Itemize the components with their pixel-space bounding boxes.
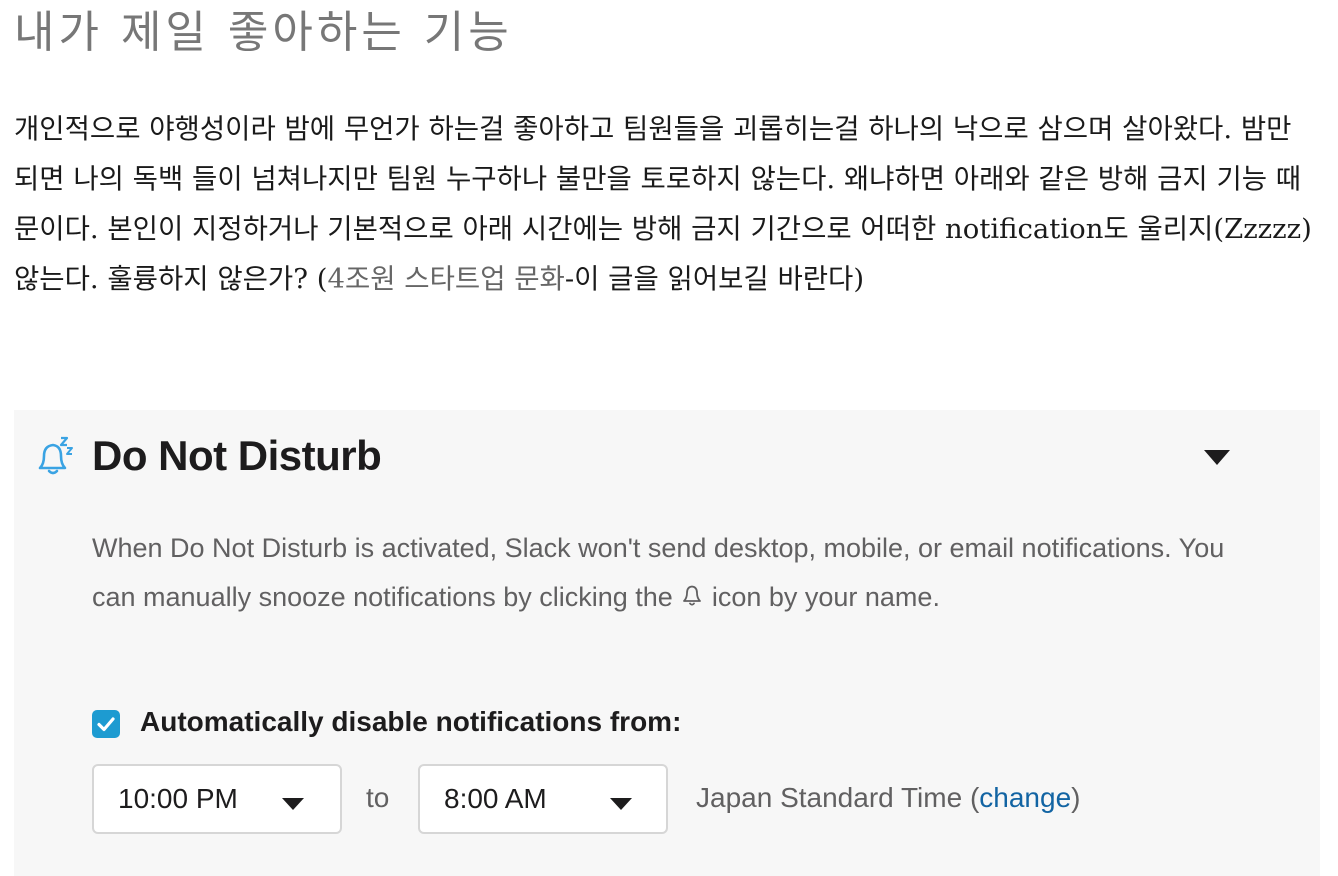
article-paragraph: 개인적으로 야행성이라 밤에 무언가 하는걸 좋아하고 팀원들을 괴롭히는걸 하… (14, 104, 1324, 304)
check-icon (97, 717, 115, 732)
description-text-after: icon by your name. (704, 582, 940, 612)
change-timezone-link[interactable]: change (979, 782, 1071, 813)
timezone-close-paren: ) (1071, 782, 1081, 813)
from-time-value: 10:00 PM (118, 783, 238, 814)
chevron-down-icon (610, 798, 632, 810)
chevron-down-icon (282, 798, 304, 810)
auto-disable-label: Automatically disable notifications from… (140, 706, 682, 737)
dnd-title: Do Not Disturb (92, 432, 382, 479)
to-time-select[interactable]: 8:00 AM (418, 764, 668, 834)
from-time-select[interactable]: 10:00 PM (92, 764, 342, 834)
caret-down-icon[interactable] (1204, 450, 1230, 465)
dnd-settings-panel: Do Not Disturb When Do Not Disturb is ac… (14, 410, 1320, 876)
paragraph-link-open: ( (307, 263, 328, 295)
article-heading: 내가 제일 좋아하는 기능 (14, 7, 513, 58)
description-text-before: When Do Not Disturb is activated, Slack … (92, 533, 1225, 612)
to-label: to (366, 782, 390, 813)
to-time-value: 8:00 AM (444, 783, 547, 814)
bell-snooze-icon (38, 436, 73, 475)
timezone-name: Japan Standard Time (696, 782, 963, 813)
timezone-open-paren: ( (962, 782, 980, 813)
paragraph-link-after: -이 글을 읽어보길 바란다) (564, 263, 865, 295)
dnd-description: When Do Not Disturb is activated, Slack … (92, 524, 1262, 622)
auto-disable-checkbox[interactable] (92, 710, 120, 738)
startup-culture-link[interactable]: 4조원 스타트업 문화 (327, 263, 564, 295)
bell-icon (683, 585, 702, 606)
timezone-text: Japan Standard Time (change) (696, 782, 1080, 814)
